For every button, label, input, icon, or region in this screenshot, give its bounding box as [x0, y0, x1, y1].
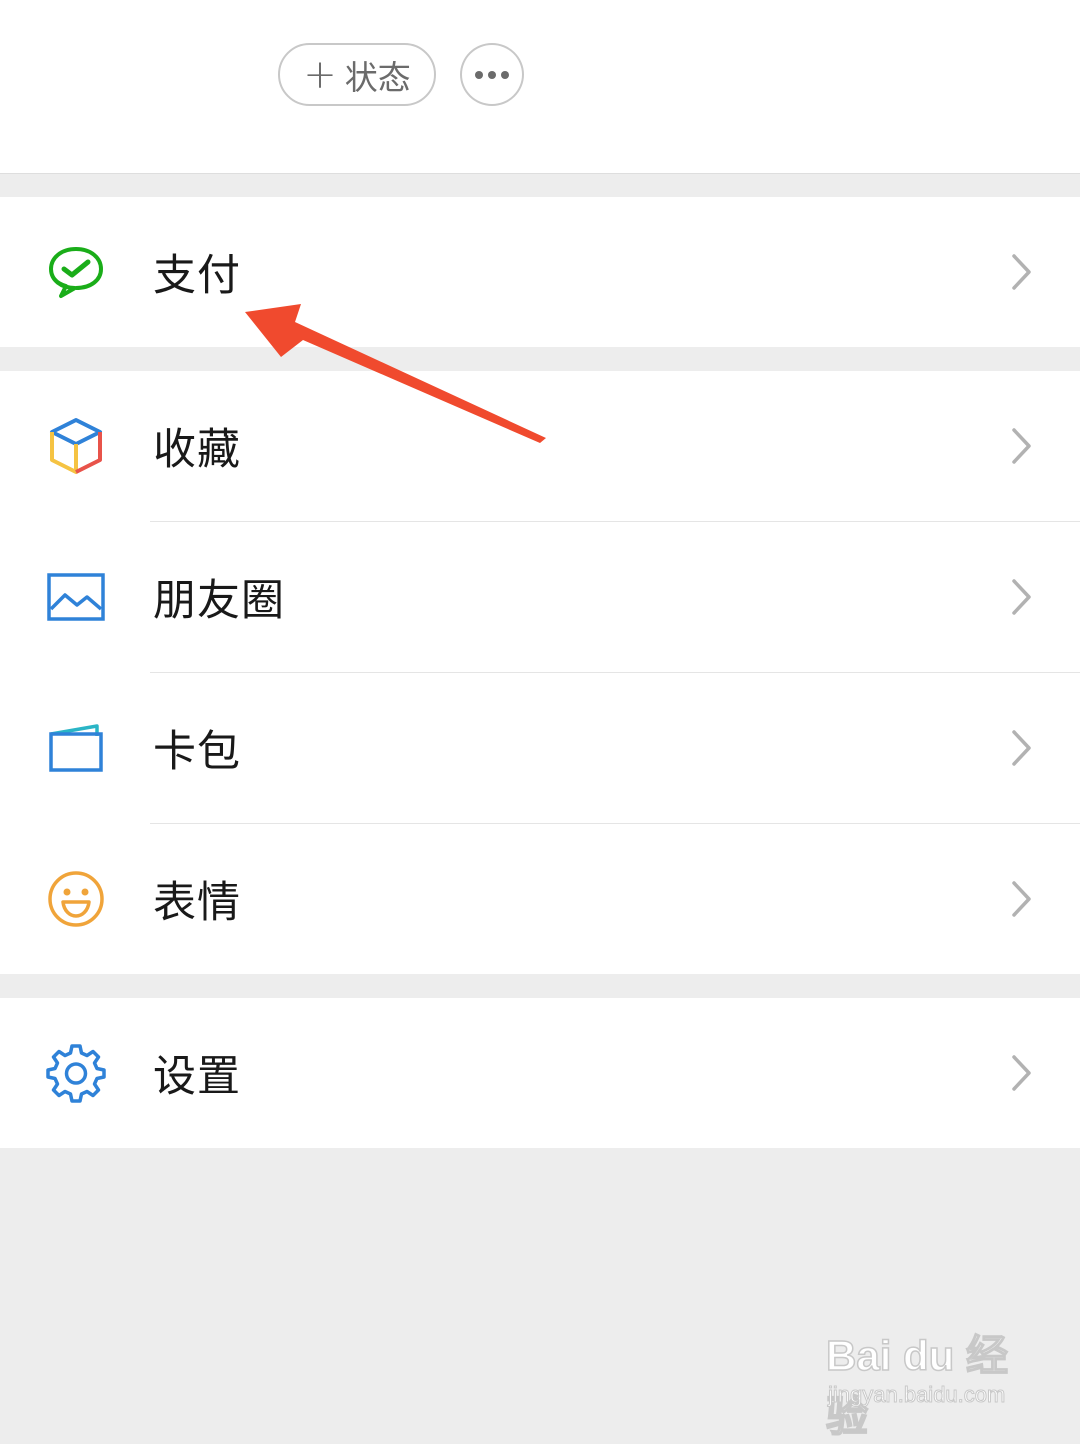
photo-icon: [46, 567, 106, 627]
gear-icon: [46, 1043, 106, 1103]
menu-label-cards: 卡包: [153, 727, 241, 777]
chevron-right-icon: [1012, 579, 1031, 615]
more-dots-icon: [475, 70, 509, 79]
features-group: 收藏 朋友圈 卡包 表情: [0, 371, 1080, 974]
chevron-right-icon: [1012, 881, 1031, 917]
baidu-jingyan-watermark: Bai du 经验 jingyan.baidu.com: [825, 1322, 1036, 1441]
menu-label-moments: 朋友圈: [153, 576, 285, 626]
menu-label-settings: 设置: [153, 1052, 241, 1102]
settings-group: 设置: [0, 998, 1080, 1148]
chevron-right-icon: [1012, 428, 1031, 464]
cube-icon: [46, 416, 106, 476]
add-status-label: 状态: [344, 57, 411, 97]
smiley-icon: [46, 869, 106, 929]
menu-item-cards[interactable]: 卡包: [0, 673, 1080, 823]
chevron-right-icon: [1012, 1055, 1031, 1091]
menu-item-settings[interactable]: 设置: [0, 998, 1080, 1148]
wechat-pay-icon: [46, 242, 106, 302]
pay-group: 支付: [0, 197, 1080, 347]
menu-label-pay: 支付: [153, 251, 241, 301]
menu-label-favorites: 收藏: [153, 425, 241, 475]
watermark-url: jingyan.baidu.com: [827, 1382, 1006, 1408]
menu-item-pay[interactable]: 支付: [0, 197, 1080, 347]
chevron-right-icon: [1012, 730, 1031, 766]
menu-label-stickers: 表情: [153, 878, 241, 928]
profile-header: + 状态: [0, 0, 1080, 174]
menu-item-favorites[interactable]: 收藏: [0, 371, 1080, 521]
more-button[interactable]: [460, 43, 524, 106]
menu-item-moments[interactable]: 朋友圈: [0, 522, 1080, 672]
add-status-button[interactable]: + 状态: [278, 43, 436, 106]
plus-icon: +: [303, 51, 337, 98]
card-wallet-icon: [46, 718, 106, 778]
chevron-right-icon: [1012, 254, 1031, 290]
menu-item-stickers[interactable]: 表情: [0, 824, 1080, 974]
